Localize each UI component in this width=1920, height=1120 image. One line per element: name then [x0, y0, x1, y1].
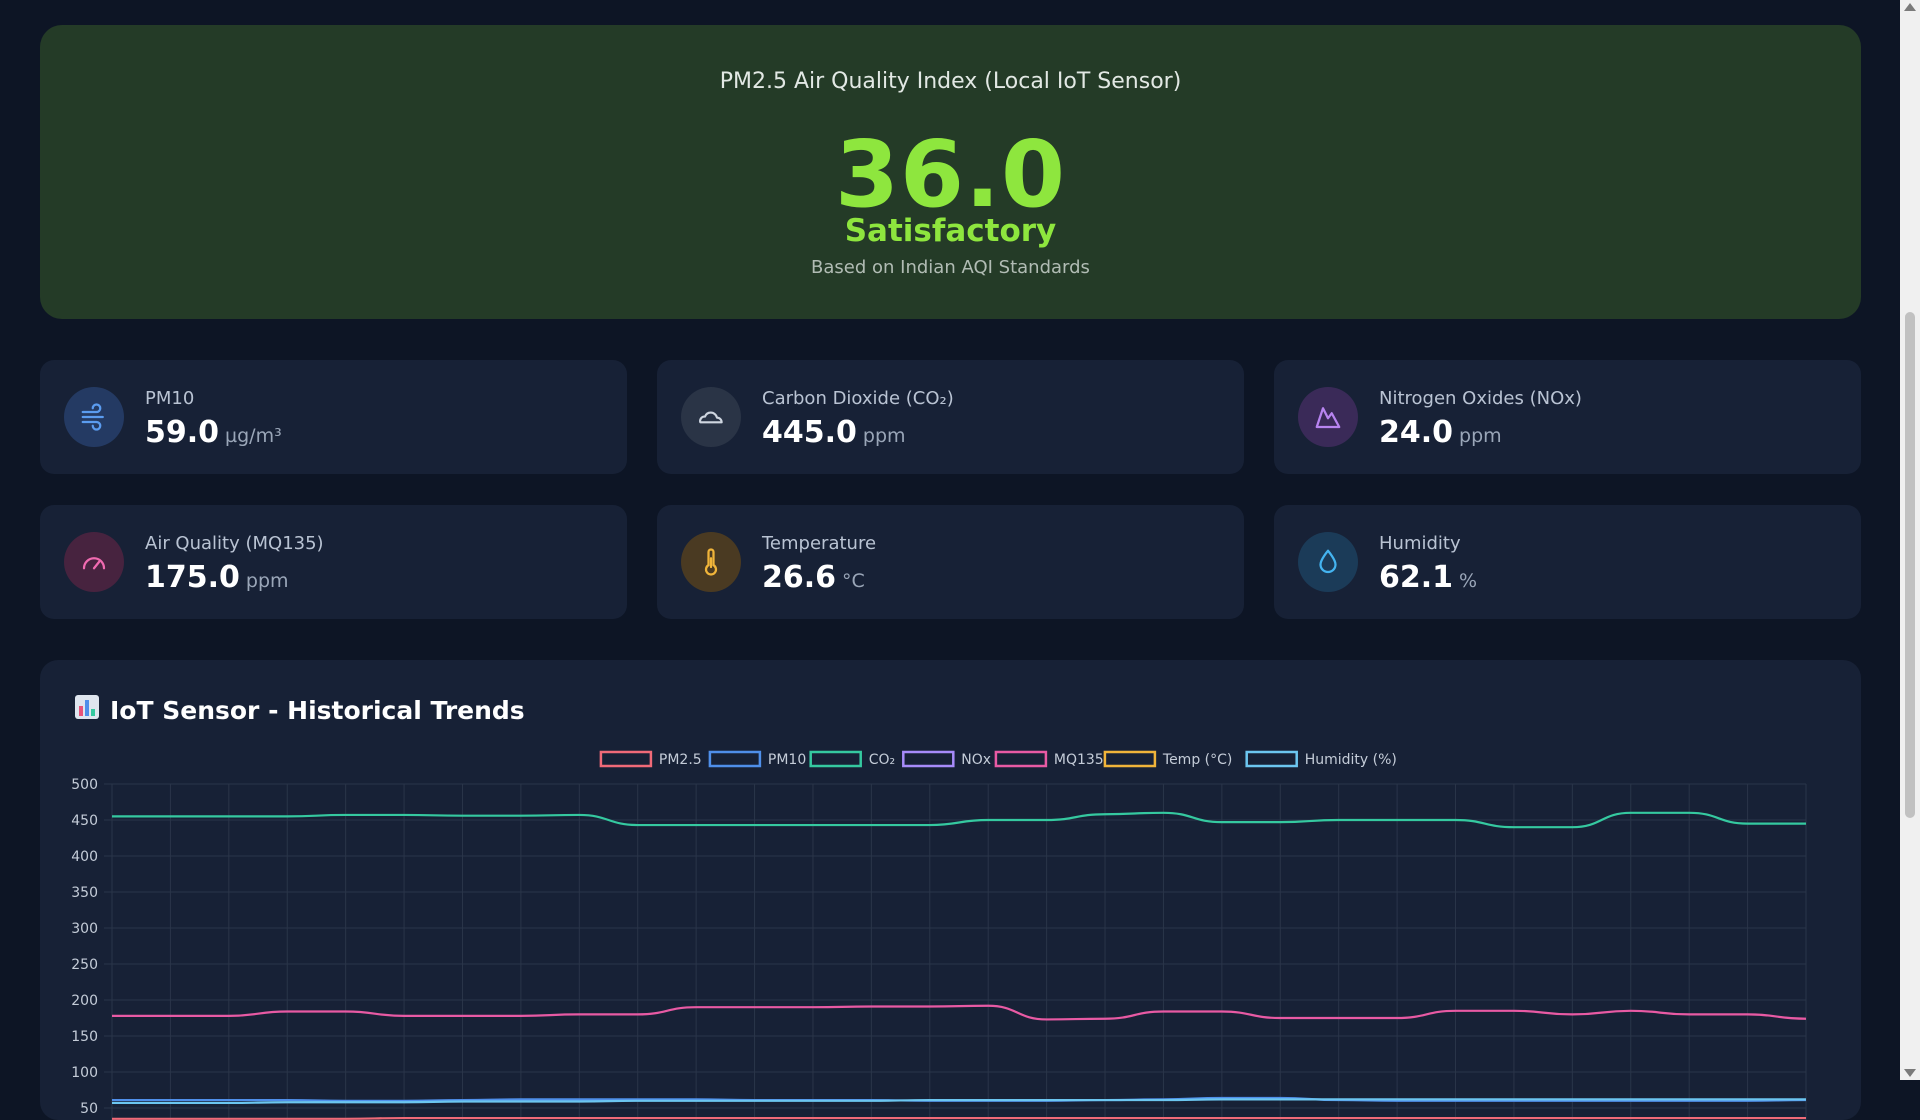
metric-value: 62.1 — [1379, 560, 1454, 595]
mountain-icon — [1298, 387, 1358, 447]
metric-card-humidity: Humidity 62.1% — [1274, 505, 1861, 619]
aqi-basis: Based on Indian AQI Standards — [811, 257, 1090, 278]
metric-card-mq135: Air Quality (MQ135) 175.0 ppm — [40, 505, 627, 619]
metric-card-co2: Carbon Dioxide (CO₂) 445.0 ppm — [657, 360, 1244, 474]
legend-label: CO₂ — [869, 752, 895, 768]
wind-icon — [64, 387, 124, 447]
metric-value: 24.0 — [1379, 415, 1454, 450]
metric-value: 26.6 — [762, 560, 837, 595]
y-tick-label: 250 — [71, 957, 98, 973]
metric-label: Temperature — [762, 533, 877, 554]
legend-swatch — [902, 750, 955, 768]
legend-label: PM2.5 — [659, 752, 702, 768]
legend-swatch — [1245, 750, 1298, 768]
y-tick-label: 150 — [71, 1029, 98, 1045]
legend-swatch — [1103, 750, 1157, 768]
gauge-icon — [64, 532, 124, 592]
y-tick-label: 350 — [71, 885, 98, 901]
series-line-mq135 — [112, 1004, 1807, 1021]
metric-unit: ppm — [862, 425, 906, 447]
legend-swatch — [599, 750, 653, 768]
metric-label: Air Quality (MQ135) — [145, 533, 324, 554]
legend-swatch — [809, 750, 862, 768]
metric-unit: ppm — [1459, 425, 1502, 447]
trend-line-chart: 50 100 150 200 250 300 350 400 450 500 PM2.5 PM10 CO… — [71, 750, 1807, 1120]
y-tick-label: 450 — [71, 813, 98, 829]
metric-label: PM10 — [145, 388, 195, 409]
metric-label: Humidity — [1379, 533, 1461, 554]
y-tick-label: 100 — [71, 1065, 98, 1081]
legend-label: NOx — [961, 752, 991, 768]
metric-unit: ppm — [245, 570, 289, 592]
metric-unit: % — [1459, 570, 1478, 592]
scroll-down-arrow-icon[interactable] — [1904, 1069, 1916, 1077]
thermometer-icon — [681, 532, 741, 592]
legend-label: Temp (°C) — [1162, 752, 1232, 768]
aqi-value: 36.0 — [835, 121, 1066, 228]
trend-card: IoT Sensor - Historical Trends 50 100 150 2… — [40, 660, 1861, 1120]
metric-label: Carbon Dioxide (CO₂) — [762, 388, 954, 409]
y-tick-label: 50 — [80, 1101, 98, 1117]
legend-label: PM10 — [768, 752, 806, 768]
metric-card-temperature: Temperature 26.6 °C — [657, 505, 1244, 619]
metric-unit: µg/m³ — [225, 425, 282, 447]
scroll-thumb[interactable] — [1905, 312, 1915, 818]
metric-value: 59.0 — [145, 415, 220, 450]
legend-label: MQ135 — [1054, 752, 1104, 768]
aqi-card: PM2.5 Air Quality Index (Local IoT Senso… — [40, 25, 1861, 319]
metric-unit: °C — [842, 570, 865, 592]
metric-card-pm10: PM10 59.0 µg/m³ — [40, 360, 627, 474]
droplet-icon — [1298, 532, 1358, 592]
y-tick-label: 200 — [71, 993, 98, 1009]
aqi-title: PM2.5 Air Quality Index (Local IoT Senso… — [719, 69, 1182, 94]
metric-value: 445.0 — [762, 415, 857, 450]
metric-card-nox: Nitrogen Oxides (NOx) 24.0 ppm — [1274, 360, 1861, 474]
legend-swatch — [708, 750, 762, 768]
metric-label: Nitrogen Oxides (NOx) — [1379, 388, 1582, 409]
metric-value: 175.0 — [145, 560, 240, 595]
scroll-up-arrow-icon[interactable] — [1904, 3, 1916, 11]
aqi-status: Satisfactory — [844, 213, 1057, 249]
y-tick-label: 300 — [71, 921, 98, 937]
cloud-icon — [681, 387, 741, 447]
y-tick-label: 500 — [71, 777, 98, 793]
legend-swatch — [994, 750, 1048, 768]
scrollbar[interactable] — [1900, 0, 1920, 1080]
series-line-pm2-5 — [112, 1116, 1806, 1120]
y-tick-label: 400 — [71, 849, 98, 865]
legend-label: Humidity (%) — [1305, 752, 1397, 768]
